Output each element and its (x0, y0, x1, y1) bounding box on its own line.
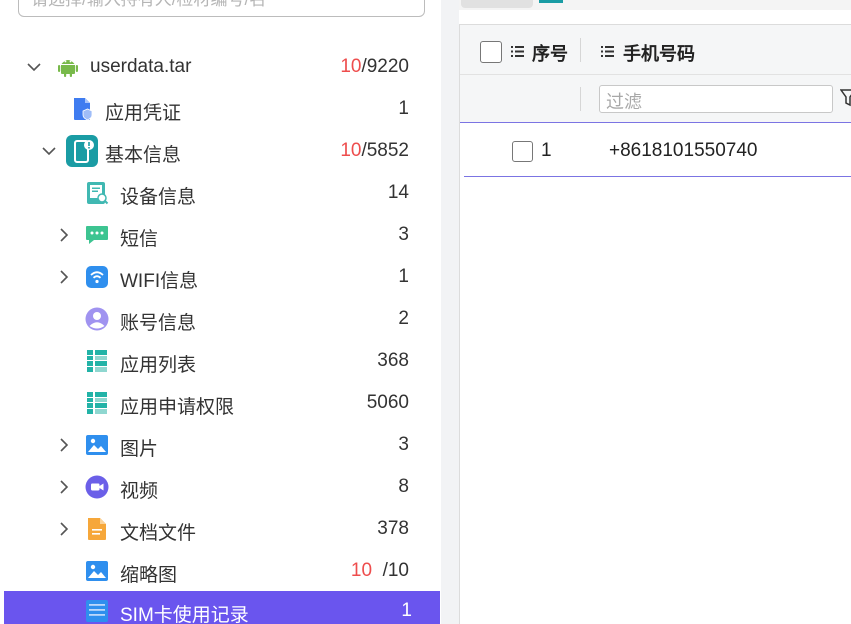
tree-item-count: 378 (377, 518, 409, 539)
tree-item-count: 1 (398, 266, 409, 287)
tree-item-app-permission[interactable]: 应用申请权限 5060 (0, 382, 441, 424)
column-header-phone[interactable]: 手机号码 (623, 40, 695, 66)
row-phone-number: +8618101550740 (609, 140, 758, 161)
tree-item-count: 368 (377, 350, 409, 371)
tree-item-thumbnails[interactable]: 缩略图 10 /10 (0, 550, 441, 592)
tree-item-count: 10 /10 (350, 560, 409, 581)
document-icon (88, 518, 106, 540)
tree-item-sms[interactable]: 短信 3 (0, 214, 441, 256)
data-table: 序号 手机号码 过滤 1 +8618101550740 (459, 24, 851, 624)
sim-icon (86, 600, 108, 622)
tree-item-label: WIFI信息 (120, 271, 199, 292)
wifi-icon (86, 266, 108, 288)
chevron-right-icon[interactable] (56, 437, 72, 453)
tree-item-basic-info[interactable]: 基本信息 10/5852 (0, 130, 441, 172)
tree-item-label: 应用凭证 (105, 103, 182, 124)
image-icon (86, 435, 108, 455)
chevron-right-icon[interactable] (56, 521, 72, 537)
select-all-checkbox[interactable] (480, 41, 502, 63)
tree-item-label: 基本信息 (105, 145, 182, 166)
table-header: 序号 手机号码 (460, 25, 851, 75)
tree-item-device-info[interactable]: 设备信息 14 (0, 172, 441, 214)
filter-row: 过滤 (460, 75, 851, 123)
tree-item-count: 1 (398, 98, 409, 119)
column-resize-handle[interactable] (580, 38, 581, 62)
tree-item-count: 14 (387, 182, 409, 203)
evidence-search-input[interactable]: 请选择/输入持有人/检材编号/名 (18, 0, 425, 17)
column-header-index[interactable]: 序号 (532, 40, 568, 66)
tab-inactive[interactable] (461, 0, 533, 8)
tree-item-count: 5060 (366, 392, 409, 413)
tree-item-count: 3 (398, 224, 409, 245)
tree-item-count: 2 (398, 308, 409, 329)
tree-item-count: 1 (401, 600, 412, 621)
tree-item-label: 设备信息 (120, 187, 197, 208)
app-permission-icon (87, 392, 107, 414)
column-separator (580, 87, 581, 111)
tree-item-userdata-tar[interactable]: userdata.tar 10/9220 (0, 46, 441, 88)
record-table-panel: 序号 手机号码 过滤 1 +8618101550740 (459, 0, 851, 624)
column-list-icon (601, 46, 614, 57)
chevron-down-icon[interactable] (26, 59, 42, 75)
tree-item-label: 视频 (120, 481, 159, 502)
phone-info-icon (66, 135, 98, 167)
credential-icon (74, 98, 93, 121)
chevron-down-icon[interactable] (41, 143, 57, 159)
chevron-right-icon[interactable] (56, 227, 72, 243)
tree-item-app-list[interactable]: 应用列表 368 (0, 340, 441, 382)
tree-item-documents[interactable]: 文档文件 378 (0, 508, 441, 550)
tree-item-count: 10/9220 (340, 56, 409, 77)
evidence-tree-panel: 请选择/输入持有人/检材编号/名 userdata.tar 10/9220 应用… (0, 0, 441, 624)
table-row[interactable]: 1 +8618101550740 (464, 125, 851, 177)
tree-item-label: SIM卡使用记录 (120, 605, 249, 624)
tree-item-app-credential[interactable]: 应用凭证 1 (0, 88, 441, 130)
tree-item-label: 图片 (120, 439, 159, 460)
chevron-right-icon[interactable] (56, 269, 72, 285)
tree-item-wifi-info[interactable]: WIFI信息 1 (0, 256, 441, 298)
account-icon (85, 307, 109, 331)
tree-item-account-info[interactable]: 账号信息 2 (0, 298, 441, 340)
app-list-icon (87, 350, 107, 372)
thumbnail-icon (86, 561, 108, 581)
panel-divider[interactable] (441, 0, 459, 624)
row-checkbox[interactable] (512, 141, 533, 162)
filter-icon[interactable] (840, 89, 851, 107)
chevron-right-icon[interactable] (56, 479, 72, 495)
column-list-icon (511, 46, 524, 57)
row-index: 1 (541, 140, 552, 161)
tree-item-label: 账号信息 (120, 313, 197, 334)
sms-icon (86, 226, 108, 244)
tree-item-label: 缩略图 (120, 565, 178, 586)
tree-item-videos[interactable]: 视频 8 (0, 466, 441, 508)
android-icon (58, 60, 78, 77)
tree-item-count: 3 (398, 434, 409, 455)
tree-item-label: 应用列表 (120, 355, 197, 376)
tree-item-images[interactable]: 图片 3 (0, 424, 441, 466)
tree-item-count: 8 (398, 476, 409, 497)
tree-item-label: 应用申请权限 (120, 397, 235, 418)
tree-item-sim-usage[interactable]: SIM卡使用记录 1 (4, 591, 440, 624)
tree-item-label: userdata.tar (90, 56, 192, 77)
video-icon (85, 475, 109, 499)
device-icon (87, 182, 109, 205)
phone-filter-input[interactable]: 过滤 (599, 85, 833, 113)
tree-item-label: 短信 (120, 229, 159, 250)
tree-item-count: 10/5852 (340, 140, 409, 161)
tree-item-label: 文档文件 (120, 523, 197, 544)
tab-active-indicator (539, 0, 563, 3)
